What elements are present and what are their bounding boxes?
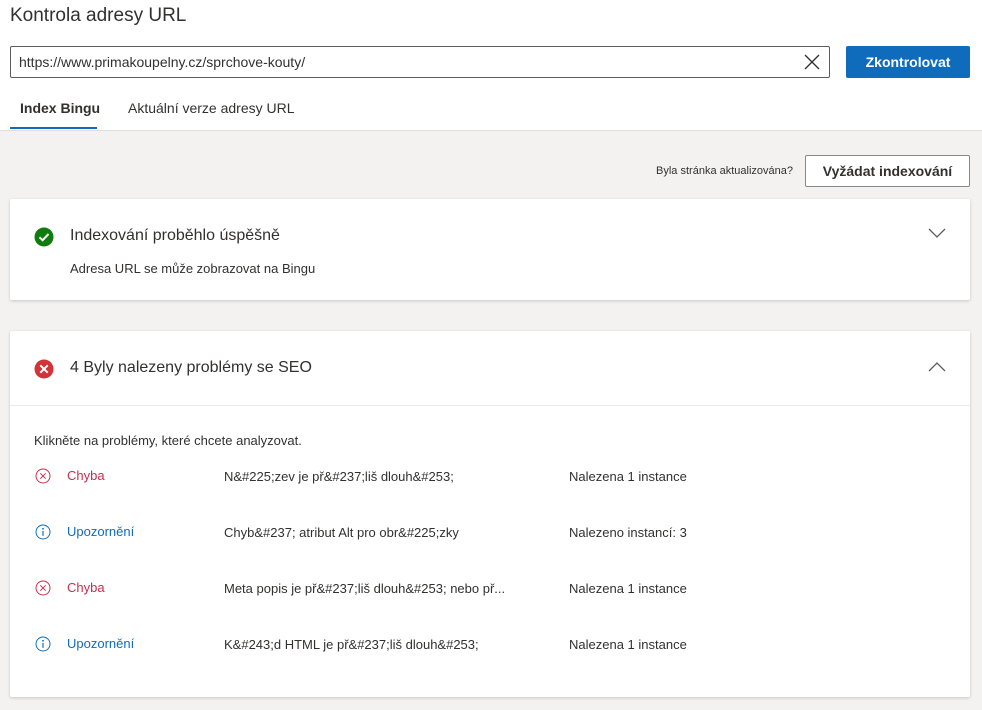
issue-description: N&#225;zev je př&#237;liš dlouh&#253; (224, 469, 454, 484)
issue-severity: Chyba (67, 580, 105, 595)
issue-severity: Chyba (67, 468, 105, 483)
indexing-status-title: Indexování proběhlo úspěšně (70, 227, 280, 244)
page-title: Kontrola adresy URL (10, 5, 187, 26)
issue-severity: Upozornění (67, 524, 135, 539)
issue-row[interactable]: Chyba N&#225;zev je př&#237;liš dlouh&#2… (10, 462, 970, 492)
seo-issues-title: 4 Byly nalezeny problémy se SEO (70, 359, 312, 376)
error-circle-icon (35, 468, 51, 484)
chevron-up-icon[interactable] (928, 361, 946, 373)
header-panel: Kontrola adresy URL Zkontrolovat Index B… (0, 0, 982, 131)
issue-count: Nalezena 1 instance (569, 637, 687, 652)
seo-issues-card: 4 Byly nalezeny problémy se SEO Klikněte… (10, 331, 970, 697)
issue-count: Nalezena 1 instance (569, 581, 687, 596)
indexing-status-card[interactable]: Indexování proběhlo úspěšně Adresa URL s… (10, 199, 970, 300)
issue-row[interactable]: Upozornění Chyb&#237; atribut Alt pro ob… (10, 518, 970, 548)
url-field-container[interactable] (10, 46, 830, 78)
error-circle-icon (35, 580, 51, 596)
active-tab-indicator (10, 127, 97, 129)
error-x-icon (34, 359, 54, 379)
tab-bing-index[interactable]: Index Bingu (20, 100, 100, 116)
request-indexing-button[interactable]: Vyžádat indexování (805, 155, 970, 187)
issue-description: Chyb&#237; atribut Alt pro obr&#225;zky (224, 525, 459, 540)
chevron-down-icon[interactable] (928, 227, 946, 239)
issue-severity: Upozornění (67, 636, 135, 651)
card-divider (10, 405, 970, 406)
issue-row[interactable]: Upozornění K&#243;d HTML je př&#237;liš … (10, 630, 970, 660)
clear-icon[interactable] (803, 53, 821, 71)
info-circle-icon (35, 524, 51, 540)
tab-live-url[interactable]: Aktuální verze adresy URL (128, 100, 295, 116)
indexing-status-subtitle: Adresa URL se může zobrazovat na Bingu (70, 261, 316, 276)
issue-count: Nalezeno instancí: 3 (569, 525, 687, 540)
success-check-icon (34, 227, 54, 247)
issue-description: Meta popis je př&#237;liš dlouh&#253; ne… (224, 581, 506, 596)
url-input[interactable] (19, 47, 789, 77)
issue-count: Nalezena 1 instance (569, 469, 687, 484)
check-url-button[interactable]: Zkontrolovat (846, 46, 970, 78)
seo-issues-hint: Klikněte na problémy, které chcete analy… (34, 433, 302, 448)
issue-description: K&#243;d HTML je př&#237;liš dlouh&#253; (224, 637, 479, 652)
page-updated-question: Byla stránka aktualizována? (656, 165, 793, 177)
issue-row[interactable]: Chyba Meta popis je př&#237;liš dlouh&#2… (10, 574, 970, 604)
info-circle-icon (35, 636, 51, 652)
